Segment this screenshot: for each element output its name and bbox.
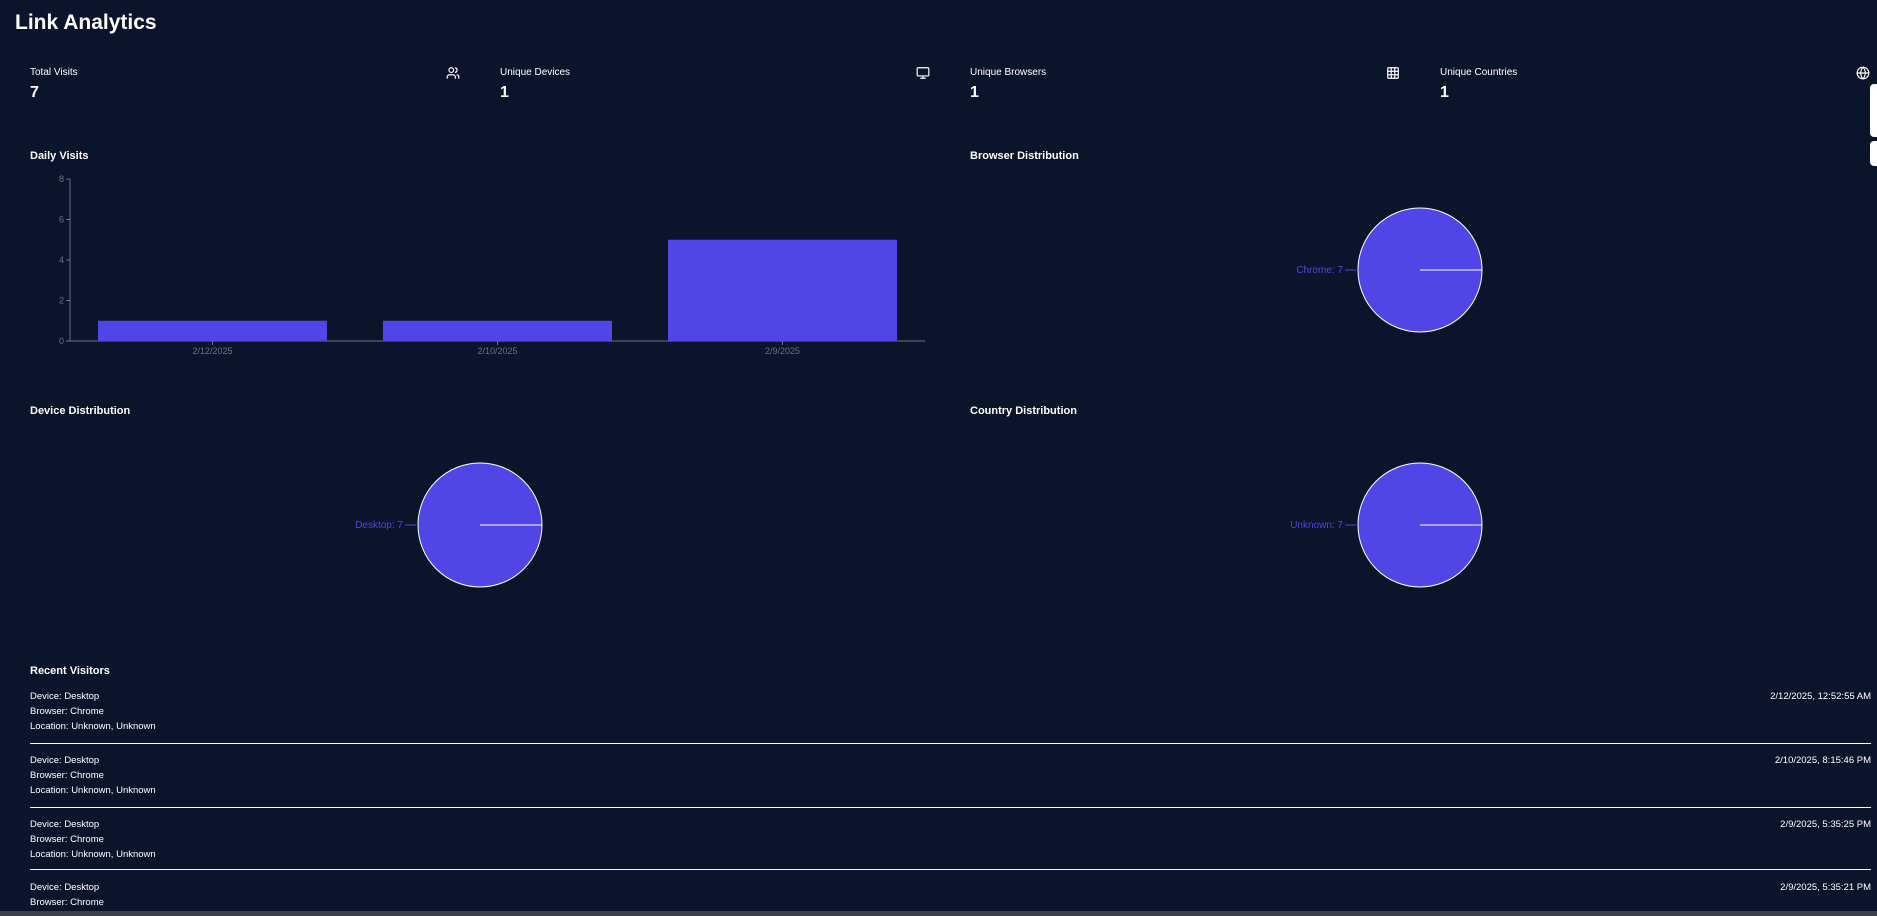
visitor-device: Device: Desktop	[30, 882, 100, 893]
visitor-entry: Device: Desktop Browser: Chrome Location…	[30, 753, 1871, 798]
side-panel-tab[interactable]	[1870, 84, 1877, 137]
visitor-time: 2/9/2025, 5:35:25 PM	[1780, 819, 1871, 830]
grid-icon	[1387, 67, 1399, 79]
browser-distribution-chart: Chrome: 7	[1296, 207, 1483, 333]
visitor-device: Device: Desktop	[30, 819, 100, 830]
country-distribution-title: Country Distribution	[970, 405, 1077, 417]
visitor-entry: Device: Desktop Browser: Chrome Location…	[30, 689, 1871, 734]
globe-icon	[1856, 66, 1870, 80]
stat-card-total-visits: Total Visits 7	[30, 64, 460, 104]
pie-label: Desktop: 7	[355, 520, 403, 531]
x-tick-label: 2/12/2025	[192, 346, 232, 356]
visitor-location: Location: Unknown, Unknown	[30, 849, 156, 860]
visitor-browser: Browser: Chrome	[30, 834, 104, 845]
recent-visitors-title: Recent Visitors	[30, 665, 110, 677]
stat-label: Total Visits	[30, 67, 78, 78]
visitor-entry: Device: Desktop Browser: Chrome 2/9/2025…	[30, 880, 1871, 910]
divider	[30, 807, 1871, 808]
y-tick-label: 4	[59, 255, 64, 265]
stat-card-unique-devices: Unique Devices 1	[500, 64, 930, 104]
y-tick-label: 0	[59, 336, 64, 346]
stat-value: 7	[30, 84, 39, 101]
page-title: Link Analytics	[15, 11, 157, 34]
browser-distribution-title: Browser Distribution	[970, 150, 1079, 162]
pie-label: Unknown: 7	[1290, 520, 1343, 531]
visitor-device: Device: Desktop	[30, 691, 100, 702]
visitor-device: Device: Desktop	[30, 755, 100, 766]
visitor-browser: Browser: Chrome	[30, 706, 104, 717]
side-panel-tab[interactable]	[1870, 141, 1877, 166]
stat-label: Unique Countries	[1440, 67, 1518, 78]
daily-visits-title: Daily Visits	[30, 150, 89, 162]
y-tick-label: 6	[59, 215, 64, 225]
stat-value: 1	[500, 84, 509, 101]
stat-value: 1	[1440, 84, 1449, 101]
bar	[383, 320, 612, 341]
visitor-time: 2/9/2025, 5:35:21 PM	[1780, 882, 1871, 893]
stat-value: 1	[970, 84, 979, 101]
divider	[30, 743, 1871, 744]
visitor-browser: Browser: Chrome	[30, 770, 104, 781]
users-icon	[446, 67, 460, 79]
x-tick-label: 2/10/2025	[477, 346, 517, 356]
taskbar-strip	[0, 911, 1877, 916]
monitor-icon	[916, 67, 930, 79]
visitor-location: Location: Unknown, Unknown	[30, 785, 156, 796]
pie-label: Chrome: 7	[1296, 265, 1343, 276]
stat-label: Unique Devices	[500, 67, 571, 78]
visitor-time: 2/12/2025, 12:52:55 AM	[1770, 691, 1871, 702]
daily-visits-chart: 0 2 4 6 8 2/12/2025 2/10/2025 2/9/2025	[59, 174, 925, 356]
visitor-entry: Device: Desktop Browser: Chrome Location…	[30, 817, 1871, 862]
visitor-location: Location: Unknown, Unknown	[30, 721, 156, 732]
y-tick-label: 2	[59, 296, 64, 306]
device-distribution-title: Device Distribution	[30, 405, 131, 417]
stat-card-unique-browsers: Unique Browsers 1	[970, 64, 1400, 104]
divider	[30, 869, 1871, 870]
visitor-time: 2/10/2025, 8:15:46 PM	[1774, 755, 1871, 766]
stat-card-unique-countries: Unique Countries 1	[1440, 64, 1870, 104]
stat-label: Unique Browsers	[970, 67, 1047, 78]
bar	[668, 239, 897, 341]
y-tick-label: 8	[59, 174, 64, 184]
country-distribution-chart: Unknown: 7	[1290, 462, 1483, 588]
bar	[98, 320, 327, 341]
visitor-browser: Browser: Chrome	[30, 897, 104, 908]
device-distribution-chart: Desktop: 7	[355, 462, 543, 588]
x-tick-label: 2/9/2025	[765, 346, 800, 356]
